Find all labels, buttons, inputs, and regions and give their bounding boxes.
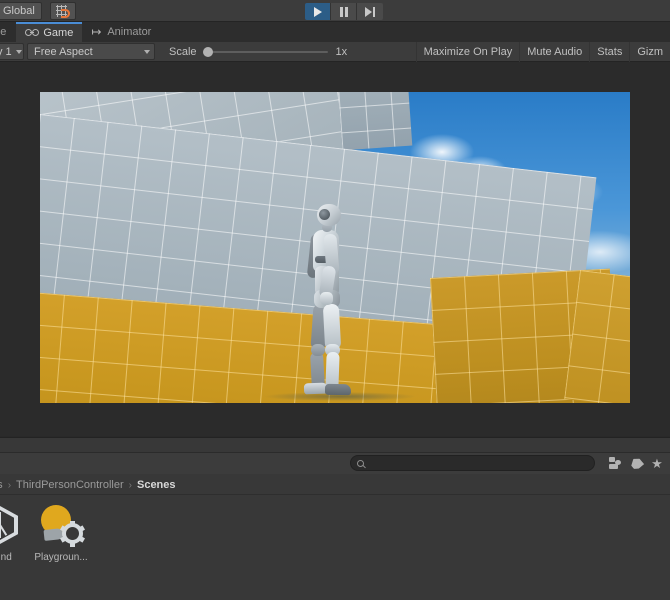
play-icon — [313, 6, 322, 17]
global-button-label: Global — [3, 4, 35, 17]
game-view-render[interactable] — [40, 92, 630, 403]
search-field[interactable] — [350, 455, 595, 471]
character-foot-front — [324, 383, 352, 396]
filter-by-type-icon — [609, 457, 621, 469]
playmode-controls — [305, 3, 383, 20]
maximize-on-play-label: Maximize On Play — [423, 46, 513, 58]
tab-game-label: Game — [43, 27, 74, 39]
tab-scene-label: ene — [0, 26, 7, 38]
project-browser-panel: ★ ets › ThirdPersonController › Scenes r… — [0, 437, 670, 600]
scale-label: Scale — [169, 45, 197, 58]
label-filter-icon — [628, 455, 643, 470]
stats-toggle[interactable]: Stats — [589, 42, 629, 62]
character-visor — [319, 209, 330, 220]
panel-divider — [0, 452, 670, 453]
favorites-button[interactable]: ★ — [648, 454, 666, 472]
aspect-dropdown-value: Free Aspect — [34, 45, 93, 58]
asset-grid: round — [0, 496, 670, 600]
character-hand — [320, 292, 333, 305]
panel-divider — [0, 437, 670, 438]
gizmos-label: Gizm — [637, 46, 663, 58]
tab-animator-label: Animator — [107, 26, 152, 38]
game-controller-icon — [25, 28, 40, 38]
grid-snap-icon — [55, 4, 71, 18]
star-icon: ★ — [651, 455, 663, 471]
character-knee-back — [311, 344, 325, 356]
scale-control: Scale 1x — [169, 46, 347, 58]
breadcrumb: ets › ThirdPersonController › Scenes — [0, 476, 670, 495]
asset-item[interactable]: Playgroun... — [30, 502, 92, 563]
display-dropdown-value: y 1 — [0, 45, 12, 58]
grid-texture — [337, 92, 413, 151]
breadcrumb-separator: › — [128, 479, 132, 491]
play-button[interactable] — [305, 3, 331, 20]
grey-platform — [337, 92, 413, 151]
filter-by-type-button[interactable] — [606, 454, 624, 472]
maximize-on-play-toggle[interactable]: Maximize On Play — [415, 42, 520, 62]
unity-scene-icon — [0, 502, 22, 548]
project-toolbar: ★ — [0, 452, 670, 474]
mute-audio-toggle[interactable]: Mute Audio — [519, 42, 589, 62]
stats-label: Stats — [597, 46, 623, 58]
scale-slider[interactable] — [202, 46, 328, 57]
step-button[interactable] — [357, 3, 383, 20]
main-toolbar: Global — [0, 0, 670, 22]
breadcrumb-item-thirdpersoncontroller[interactable]: ThirdPersonController — [16, 479, 124, 491]
game-view-toggles: Maximize On Play Mute Audio Stats Gizm — [415, 42, 670, 62]
gizmos-toggle[interactable]: Gizm — [629, 42, 670, 62]
scale-slider-knob[interactable] — [202, 46, 213, 57]
game-view-toolbar: y 1 Free Aspect Scale 1x Maximize On Pla… — [0, 42, 670, 62]
search-icon — [357, 459, 364, 467]
prefab-playground-icon — [38, 502, 86, 548]
grid-snapping-button[interactable] — [49, 1, 76, 20]
display-dropdown[interactable]: y 1 — [0, 43, 24, 60]
aspect-ratio-dropdown[interactable]: Free Aspect — [27, 43, 155, 60]
animator-icon: ↦ — [91, 25, 102, 39]
breadcrumb-item-scenes[interactable]: Scenes — [137, 479, 176, 491]
pause-button[interactable] — [331, 3, 357, 20]
chevron-down-icon — [144, 49, 150, 54]
panel-tab-bar: ene Game ↦ Animator — [0, 22, 670, 42]
search-input[interactable] — [368, 457, 588, 469]
asset-label: round — [0, 552, 12, 563]
tab-game[interactable]: Game — [16, 22, 83, 42]
label-filter-button[interactable] — [627, 454, 645, 472]
scale-value-label: 1x — [335, 45, 348, 58]
asset-label: Playgroun... — [34, 552, 88, 563]
breadcrumb-separator: › — [7, 479, 12, 491]
asset-item[interactable]: round — [0, 502, 30, 563]
tab-scene[interactable]: ene — [0, 22, 16, 42]
mute-audio-label: Mute Audio — [527, 46, 583, 58]
project-filter-icons: ★ — [606, 454, 666, 472]
tab-animator[interactable]: ↦ Animator — [82, 22, 160, 42]
global-local-toggle-button[interactable]: Global — [0, 1, 42, 20]
pause-icon — [339, 6, 348, 17]
chevron-down-icon — [15, 49, 22, 54]
player-character — [295, 204, 357, 396]
breadcrumb-item-assets[interactable]: ets — [0, 479, 3, 491]
step-icon — [365, 6, 375, 17]
unity-editor-window: Global ene — [0, 0, 670, 600]
